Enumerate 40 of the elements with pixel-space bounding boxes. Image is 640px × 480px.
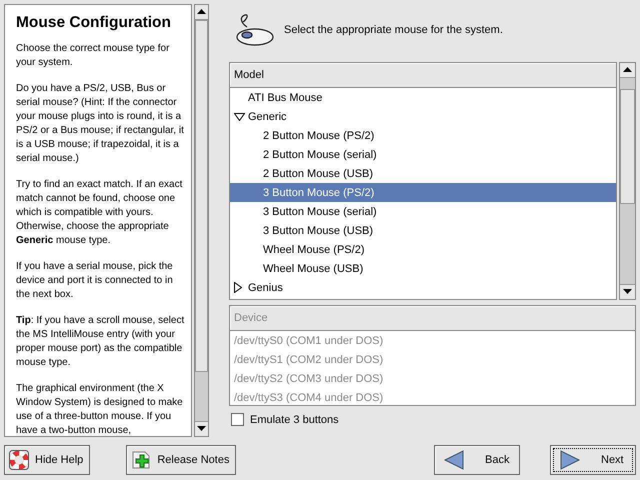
collapsed-triangle-icon[interactable] [234,282,242,293]
back-button[interactable]: Back [434,445,520,475]
tree-row[interactable]: 2 Button Mouse (serial) [230,145,616,164]
checkbox[interactable] [231,413,244,426]
tree-row[interactable]: ATI Bus Mouse [230,88,616,107]
scroll-up-icon[interactable] [195,5,208,20]
tree-row[interactable]: 2 Button Mouse (USB) [230,164,616,183]
tree-row[interactable]: Genius [230,278,616,297]
checkbox-label[interactable]: Emulate 3 buttons [250,414,339,426]
tree-row[interactable]: 2 Button Mouse (PS/2) [230,126,616,145]
help-paragraph: Choose the correct mouse type for your system. [16,42,170,70]
tree-row[interactable]: Wheel Mouse (PS/2) [230,240,616,259]
help-title: Mouse Configuration [16,14,172,32]
tree-row[interactable]: 3 Button Mouse (PS/2) [230,183,616,202]
scrollbar[interactable] [619,62,636,300]
tree-row[interactable]: Generic [230,107,616,126]
release-notes-button[interactable]: Release Notes [126,445,236,475]
scrollbar[interactable] [194,4,209,437]
help-paragraph: The graphical environment (the X Window System) is designed to make use of a three-button mouse. If you have a two-button mouse, [16,382,184,436]
help-paragraph: Do you have a PS/2, USB, Bus or serial mouse? (Hint: If the connector your mouse plugs into is round, it is a PS/2 or a Bus mouse; if rectangular, it is a USB mouse; if trapezoidal, it is a serial mouse.) [16,82,185,166]
scroll-thumb[interactable] [620,89,635,204]
left-arrow-icon [443,450,465,470]
prompt-text: Select the appropriate mouse for the system. [284,24,503,36]
scroll-down-icon[interactable] [195,421,208,436]
help-paragraph: If you have a serial mouse, pick the device and port it is connected to in the next box. [16,260,174,302]
next-button[interactable]: Next [550,445,636,475]
help-paragraph: Tip: If you have a scroll mouse, select the MS IntelliMouse entry (with your proper mouse port) as the compatible mouse type. [16,314,186,370]
document-plus-icon [131,450,152,470]
tree-row[interactable]: 3 Button Mouse (serial) [230,202,616,221]
scroll-thumb[interactable] [195,20,208,372]
hide-help-button[interactable]: Hide Help [4,445,90,475]
life-ring-icon [9,450,29,470]
expanded-triangle-icon[interactable] [234,112,245,120]
tree-row[interactable]: 3 Button Mouse (USB) [230,221,616,240]
column-header[interactable]: Model [230,63,616,88]
scroll-down-icon[interactable] [620,284,635,299]
scroll-up-icon[interactable] [620,63,635,78]
help-paragraph: Try to find an exact match. If an exact match cannot be found, choose one which is compatible with yours. Otherwise, choose the appropriate Generic mouse type. [16,178,184,248]
right-arrow-icon [559,450,581,470]
tree-row[interactable]: Wheel Mouse (USB) [230,259,616,278]
